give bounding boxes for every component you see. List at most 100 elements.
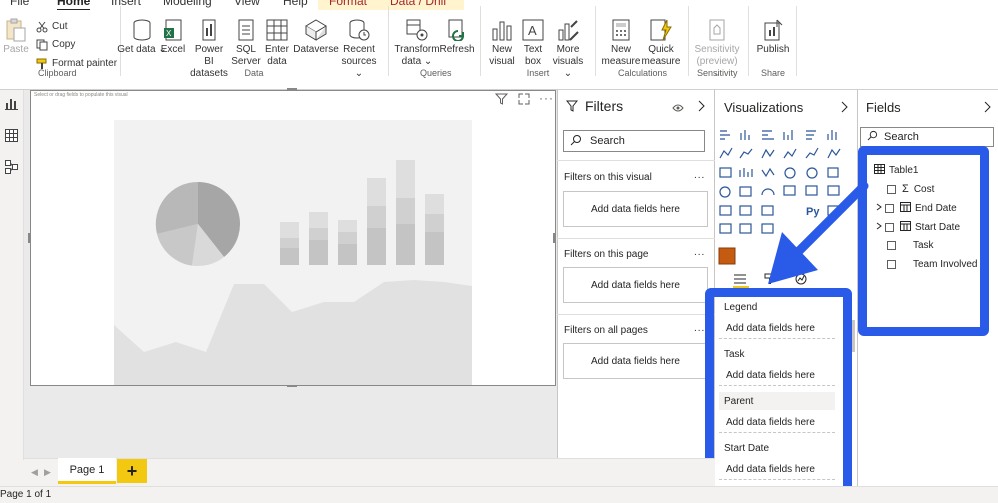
report-view-icon[interactable] <box>5 97 18 115</box>
fields-search-placeholder: Search <box>884 131 919 143</box>
data-group-label: Data <box>244 68 264 78</box>
chevron-right-icon[interactable] <box>983 100 991 118</box>
paste-label: Paste <box>3 44 29 55</box>
tab-modeling[interactable]: Modeling <box>163 0 212 8</box>
enter-data-button[interactable]: Enter data <box>263 18 291 68</box>
filters-all-pages-well[interactable]: Add data fields here <box>563 343 708 379</box>
more-options-icon[interactable]: ... <box>694 247 705 258</box>
new-visual-button[interactable]: New visual <box>486 18 518 68</box>
add-page-button[interactable]: + <box>117 459 147 483</box>
text-box-icon: A <box>520 18 546 42</box>
filters-visual-well[interactable]: Add data fields here <box>563 191 708 227</box>
filters-title: Filters <box>585 98 624 114</box>
chevron-right-icon[interactable] <box>697 99 705 117</box>
refresh-label: Refresh <box>439 44 475 55</box>
new-measure-label: New measure <box>601 44 641 67</box>
excel-label: Excel <box>160 44 186 55</box>
insert-group-label: Insert <box>526 68 550 78</box>
copy-icon <box>35 38 49 51</box>
status-bar <box>0 486 998 503</box>
get-data-button[interactable]: Get data ⌄ <box>117 18 167 56</box>
group-separator <box>688 6 689 76</box>
focus-mode-icon[interactable] <box>518 92 530 110</box>
datasets-icon <box>196 18 222 42</box>
svg-text:A: A <box>528 23 537 38</box>
dataverse-icon <box>303 18 329 42</box>
svg-text:X: X <box>166 29 172 38</box>
tab-home[interactable]: Home <box>57 0 91 11</box>
placeholder-artwork <box>114 160 472 385</box>
data-view-icon[interactable] <box>5 129 18 147</box>
filters-visual-title: Filters on this visual <box>564 172 652 183</box>
transform-icon <box>404 18 430 42</box>
text-box-button[interactable]: A Text box <box>520 18 546 68</box>
quick-measure-button[interactable]: Quick measure <box>641 18 681 68</box>
eye-icon[interactable] <box>672 100 684 118</box>
filters-all-pages-title: Filters on all pages <box>564 325 648 336</box>
calculations-group-label: Calculations <box>618 68 668 78</box>
copy-label: Copy <box>52 39 76 50</box>
recent-sources-button[interactable]: Recent sources ⌄ <box>338 18 380 80</box>
more-options-icon[interactable]: ··· <box>539 91 554 105</box>
tab-view[interactable]: View <box>234 0 260 8</box>
paste-button[interactable]: Paste <box>3 18 29 56</box>
more-options-icon[interactable]: ... <box>694 170 705 181</box>
sql-server-icon <box>233 18 259 42</box>
publish-icon <box>760 18 786 42</box>
chevron-right-icon[interactable] <box>840 100 848 118</box>
filter-icon[interactable] <box>494 92 509 110</box>
search-icon <box>570 134 582 149</box>
group-separator <box>796 6 797 76</box>
tab-format[interactable]: Format <box>329 0 367 8</box>
publish-button[interactable]: Publish <box>754 18 792 56</box>
custom-visual-icon <box>718 247 736 265</box>
resize-handle[interactable] <box>553 233 556 243</box>
resize-handle[interactable] <box>287 88 297 91</box>
more-visuals-button[interactable]: More visuals ⌄ <box>548 18 588 80</box>
new-visual-label: New visual <box>489 44 515 67</box>
page-tab-1[interactable]: Page 1 <box>58 458 116 484</box>
divider <box>557 238 715 239</box>
menu-bar <box>0 0 998 10</box>
group-separator <box>120 6 121 76</box>
excel-button[interactable]: X Excel <box>160 18 186 56</box>
table-grid-icon <box>264 18 290 42</box>
queries-group-label: Queries <box>420 68 452 78</box>
scissors-icon <box>35 20 49 33</box>
copy-button[interactable]: Copy <box>35 38 75 51</box>
new-measure-button[interactable]: New measure <box>601 18 641 68</box>
quick-measure-label: Quick measure <box>641 44 681 67</box>
search-icon <box>867 130 878 144</box>
filters-search-input[interactable]: Search <box>563 130 705 152</box>
group-separator <box>748 6 749 76</box>
transform-data-label: Transform data ⌄ <box>394 44 440 67</box>
filters-page-well[interactable]: Add data fields here <box>563 267 708 303</box>
prev-page-icon[interactable]: ◀ <box>31 467 38 478</box>
sql-server-label: SQL Server <box>231 44 261 67</box>
model-view-icon[interactable] <box>5 160 18 179</box>
refresh-button[interactable]: Refresh <box>439 18 475 56</box>
cut-label: Cut <box>52 21 68 32</box>
resize-handle[interactable] <box>28 233 31 243</box>
empty-visual-placeholder <box>114 120 472 385</box>
tab-data-drill[interactable]: Data / Drill <box>390 0 446 8</box>
sql-server-button[interactable]: SQL Server <box>231 18 261 68</box>
text-box-label: Text box <box>523 44 543 67</box>
group-separator <box>595 6 596 76</box>
more-visuals-icon <box>555 18 581 42</box>
tab-help[interactable]: Help <box>283 0 308 8</box>
next-page-icon[interactable]: ▶ <box>44 467 51 478</box>
cut-button[interactable]: Cut <box>35 20 68 33</box>
page-count-status: Page 1 of 1 <box>0 489 52 500</box>
transform-data-button[interactable]: Transform data ⌄ <box>394 18 440 68</box>
more-options-icon[interactable]: ... <box>694 323 705 334</box>
tab-file[interactable]: File <box>10 0 29 8</box>
power-bi-datasets-label: Power BI datasets <box>190 44 228 79</box>
sensitivity-icon <box>704 18 730 42</box>
dataverse-button[interactable]: Dataverse <box>293 18 339 56</box>
divider <box>557 160 715 161</box>
fields-search-input[interactable]: Search <box>860 127 994 147</box>
power-bi-datasets-button[interactable]: Power BI datasets <box>189 18 229 80</box>
share-group-label: Share <box>760 68 786 78</box>
tab-insert[interactable]: Insert <box>111 0 141 8</box>
